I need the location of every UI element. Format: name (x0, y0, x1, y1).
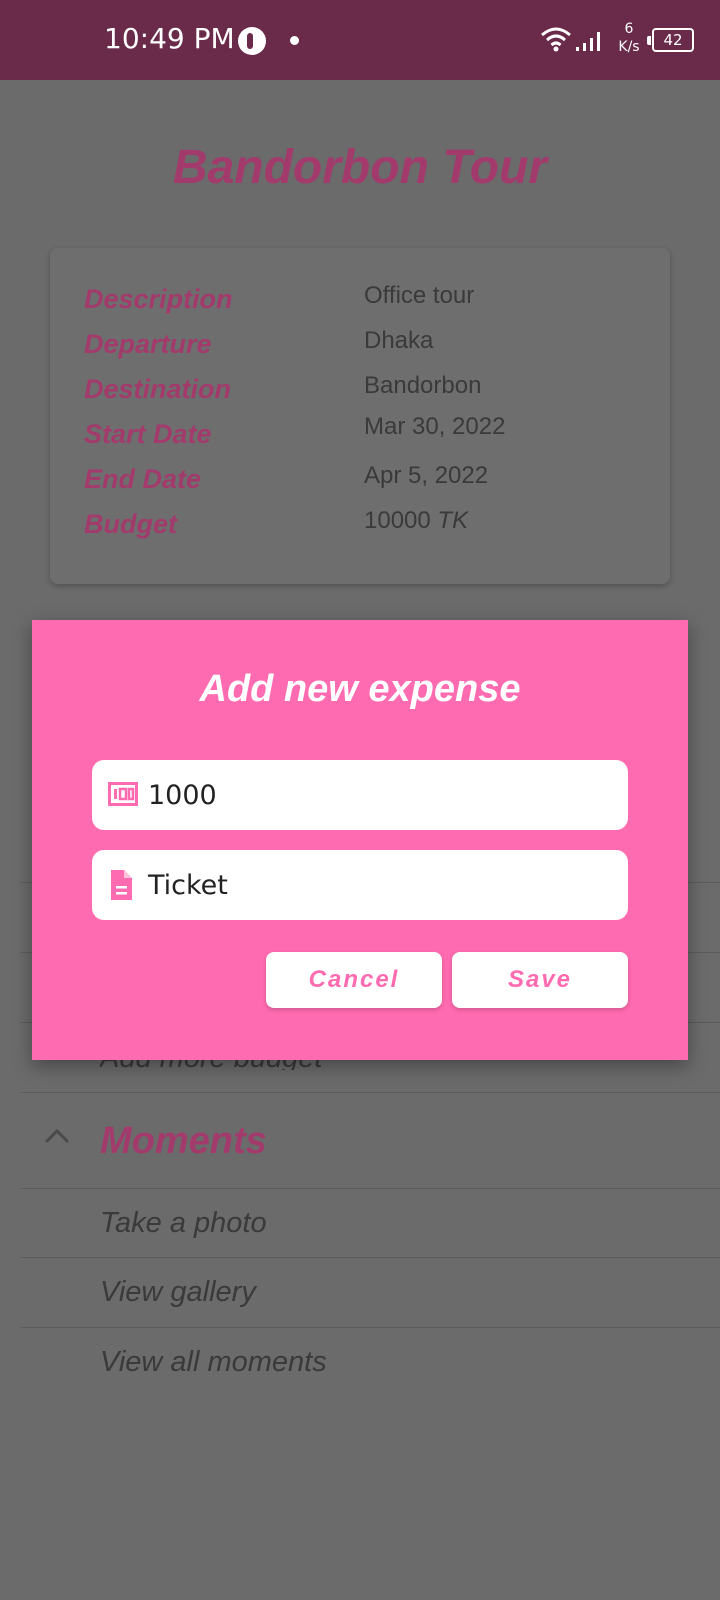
detail-value-budget: 10000 TK (364, 507, 468, 535)
status-time: 10:49 PM (104, 22, 235, 55)
note-input-value[interactable]: Ticket (148, 870, 228, 901)
detail-value-departure: Dhaka (364, 327, 434, 354)
amount-field[interactable]: 1000 (92, 760, 628, 830)
detail-label-end-date: End Date (84, 464, 202, 494)
detail-label-destination: Destination (84, 374, 232, 404)
signal-icon (576, 32, 600, 51)
page-title: Bandorbon Tour (172, 141, 548, 194)
detail-value-description: Office tour (364, 282, 475, 309)
detail-label-start-date: Start Date (84, 419, 212, 449)
detail-value-end-date: Apr 5, 2022 (364, 462, 489, 489)
chevron-up-icon[interactable] (44, 1128, 70, 1144)
money-icon (108, 782, 138, 806)
document-icon (111, 870, 132, 900)
list-divider (20, 1092, 720, 1093)
network-speed-value: 6 (624, 21, 634, 37)
dialog-title: Add new expense (199, 668, 521, 710)
tour-details-card: Description Office tour Departure Dhaka … (50, 248, 670, 584)
network-speed-unit: K/s (618, 39, 640, 55)
status-bar: 10:49 PM 6 K/s 42 (0, 0, 720, 80)
network-speed: 6 K/s (614, 20, 644, 56)
detail-value-destination: Bandorbon (364, 372, 482, 399)
detail-label-description: Description (84, 284, 233, 314)
detail-label-budget: Budget (84, 509, 177, 539)
moments-section-header[interactable]: Moments (100, 1120, 267, 1163)
amount-input-value[interactable]: 1000 (148, 780, 217, 811)
list-divider (20, 1188, 720, 1189)
notification-dot-icon (290, 36, 299, 45)
app-notification-icon (238, 27, 266, 55)
budget-amount: 10000 (364, 507, 431, 534)
view-gallery-item[interactable]: View gallery (100, 1276, 256, 1309)
add-expense-dialog: Add new expense 1000 Ticket Cancel Save (32, 620, 688, 1060)
note-field[interactable]: Ticket (92, 850, 628, 920)
view-all-moments-item[interactable]: View all moments (100, 1346, 327, 1379)
list-divider (20, 1257, 720, 1258)
budget-unit: TK (437, 507, 469, 534)
take-photo-item[interactable]: Take a photo (100, 1207, 267, 1240)
wifi-icon (541, 27, 571, 52)
cancel-button[interactable]: Cancel (266, 952, 442, 1008)
detail-label-departure: Departure (84, 329, 212, 359)
battery-icon: 42 (647, 28, 694, 52)
detail-value-start-date: Mar 30, 2022 (364, 413, 506, 440)
battery-level: 42 (663, 31, 683, 49)
save-button[interactable]: Save (452, 952, 628, 1008)
list-divider (20, 1327, 720, 1328)
